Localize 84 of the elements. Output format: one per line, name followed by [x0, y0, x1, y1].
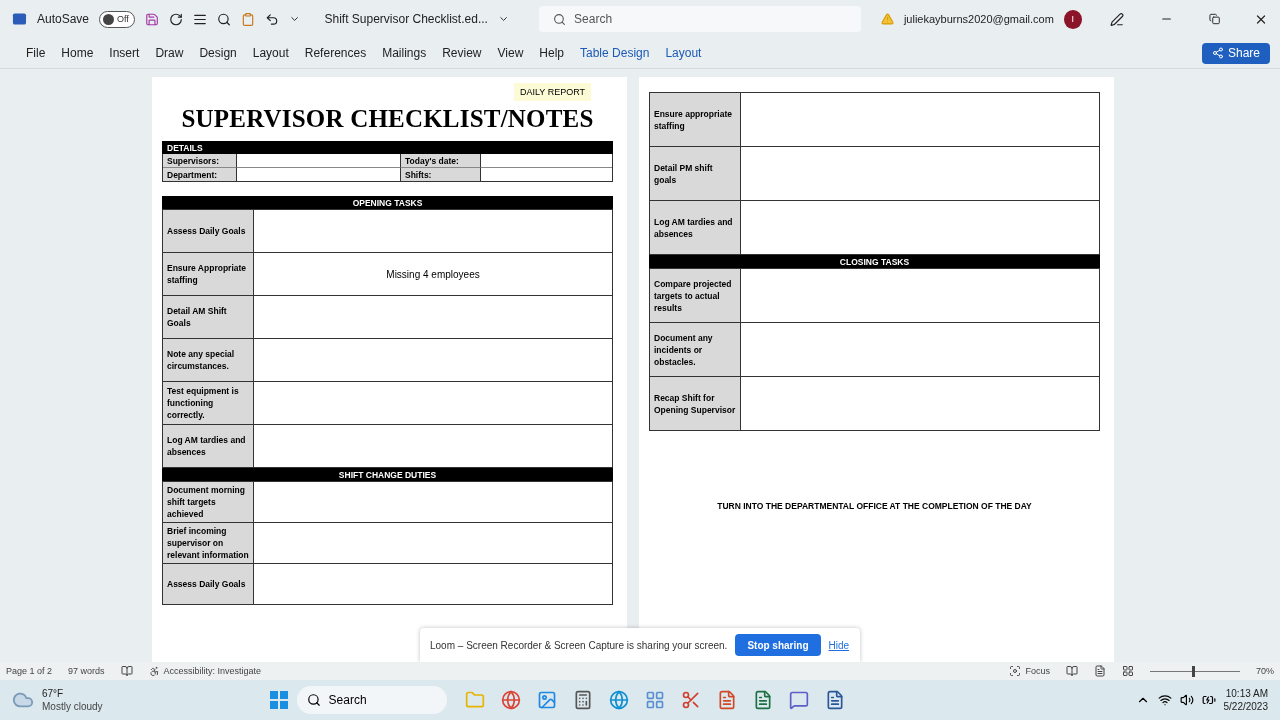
account-email: juliekayburns2020@gmail.com [903, 13, 1054, 25]
read-mode-icon[interactable] [1066, 665, 1078, 677]
task-label: Ensure Appropriate staffing [163, 253, 254, 295]
task-label: Log AM tardies and absences [650, 201, 741, 254]
page-count[interactable]: Page 1 of 2 [6, 666, 53, 676]
volume-icon[interactable] [1179, 693, 1194, 707]
task-label: Brief incoming supervisor on relevant information [163, 523, 254, 563]
refresh-icon[interactable] [169, 11, 184, 27]
autosave-toggle[interactable]: Off [99, 10, 136, 28]
ribbon-tab[interactable]: Review [434, 46, 490, 60]
ribbon-tab[interactable]: File [18, 46, 54, 60]
focus-icon [1009, 665, 1022, 677]
web-layout-icon[interactable] [1122, 665, 1134, 677]
task-label: Detail PM shift goals [650, 147, 741, 200]
focus-button[interactable]: Focus [1025, 666, 1050, 676]
avatar[interactable]: I [1063, 9, 1082, 29]
details-header: DETAILS [162, 141, 613, 154]
ribbon-tab[interactable]: References [296, 46, 375, 60]
search-icon[interactable] [217, 11, 232, 27]
input-field[interactable] [237, 167, 401, 181]
pen-icon[interactable] [1109, 11, 1124, 27]
task-label: Log AM tardies and absences [163, 425, 254, 467]
share-icon [1211, 47, 1224, 59]
ribbon-tab[interactable]: Mailings [374, 46, 435, 60]
clock-date: 5/22/2023 [1223, 700, 1268, 713]
hide-link[interactable]: Hide [828, 639, 850, 651]
section-header: SHIFT CHANGE DUTIES [162, 468, 613, 481]
zoom-slider[interactable] [1150, 665, 1240, 677]
share-button[interactable]: Share [1201, 42, 1270, 64]
section-header: OPENING TASKS [162, 196, 613, 209]
zoom-thumb[interactable] [1192, 665, 1196, 677]
field-label: Today's date: [401, 154, 481, 167]
ribbon-tab[interactable]: Insert [101, 46, 148, 60]
note-text: Missing 4 employees [386, 268, 480, 280]
weather-condition: Mostly cloudy [42, 700, 103, 713]
footer-note: TURN INTO THE DEPARTMENTAL OFFICE AT THE COMPLETION OF THE DAY [716, 501, 1033, 511]
ribbon-tab[interactable]: Table Design [572, 46, 658, 60]
ribbon-tab[interactable]: Layout [244, 46, 297, 60]
task-label: Note any special circumstances. [163, 339, 254, 381]
accessibility-status[interactable]: Accessibility: Investigate [163, 666, 262, 676]
ribbon-tab[interactable]: Layout [657, 46, 710, 60]
wifi-icon[interactable] [1157, 693, 1172, 707]
zoom-level[interactable]: 70% [1256, 666, 1274, 676]
taskbar-search[interactable]: Search [296, 686, 447, 714]
task-label: Detail AM Shift Goals [163, 296, 254, 338]
document-title[interactable]: Shift Supervisor Checklist.ed... [324, 12, 488, 26]
restore-icon[interactable] [1208, 13, 1220, 25]
ribbon-tab[interactable]: Home [53, 46, 102, 60]
search-field[interactable]: Search [539, 6, 861, 32]
ribbon-tab[interactable]: Draw [147, 46, 192, 60]
document-heading: SUPERVISOR CHECKLIST/NOTES [180, 105, 595, 133]
task-label: Document morning shift targets achieved [163, 482, 254, 522]
task-label: Assess Daily Goals [163, 210, 254, 252]
sharing-message: Loom – Screen Recorder & Screen Capture is sharing your screen. [430, 639, 728, 651]
autosave-label: AutoSave [36, 12, 89, 26]
ribbon-tab[interactable]: View [489, 46, 532, 60]
task-label: Compare projected targets to actual results [650, 269, 741, 322]
field-label: Department: [163, 167, 237, 181]
task-label: Assess Daily Goals [163, 564, 254, 604]
search-icon [553, 12, 567, 26]
start-icon[interactable] [268, 690, 289, 710]
save-icon[interactable] [145, 11, 160, 27]
clipboard-icon[interactable] [241, 11, 256, 27]
task-label: Test equipment is functioning correctly. [163, 382, 254, 424]
daily-report-badge: DAILY REPORT [513, 83, 591, 101]
undo-icon[interactable] [265, 11, 280, 27]
print-layout-icon[interactable] [1094, 665, 1106, 677]
section-header: CLOSING TASKS [649, 255, 1100, 268]
task-label: Ensure appropriate staffing [650, 93, 741, 146]
clock-time: 10:13 AM [1225, 687, 1268, 700]
temperature: 67°F [42, 687, 64, 700]
field-label: Supervisors: [163, 154, 237, 167]
word-count[interactable]: 97 words [68, 666, 105, 676]
field-label: Shifts: [401, 167, 481, 181]
task-label: Document any incidents or obstacles. [650, 323, 741, 376]
proofing-icon[interactable] [120, 665, 133, 677]
task-label: Recap Shift for Opening Supervisor [650, 377, 741, 430]
battery-icon[interactable] [1201, 693, 1216, 707]
accessibility-icon [148, 665, 160, 677]
search-icon [306, 693, 321, 707]
ribbon-tab[interactable]: Help [531, 46, 572, 60]
warning-icon [880, 12, 894, 26]
ribbon-tab[interactable]: Design [191, 46, 245, 60]
stop-sharing-button[interactable]: Stop sharing [735, 634, 821, 656]
